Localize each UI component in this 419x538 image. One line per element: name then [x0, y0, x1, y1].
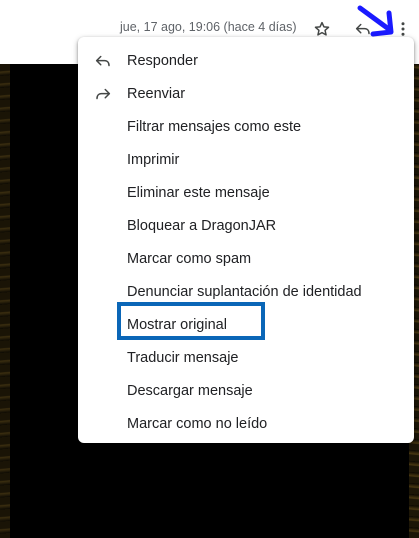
menu-item-label: Marcar como spam: [127, 250, 252, 267]
menu-item-label: Marcar como no leído: [127, 415, 268, 432]
background-texture-left: [0, 64, 10, 538]
menu-item-report-phishing[interactable]: Denunciar suplantación de identidad: [78, 275, 414, 308]
forward-icon: [93, 84, 113, 104]
menu-item-show-original[interactable]: Mostrar original: [78, 308, 414, 341]
menu-item-filter-similar[interactable]: Filtrar mensajes como este: [78, 110, 414, 143]
menu-item-forward[interactable]: Reenviar: [78, 77, 414, 110]
reply-icon: [93, 51, 113, 71]
message-timestamp: jue, 17 ago, 19:06 (hace 4 días): [120, 20, 297, 34]
menu-item-block-sender[interactable]: Bloquear a DragonJAR: [78, 209, 414, 242]
menu-item-translate[interactable]: Traducir mensaje: [78, 341, 414, 374]
menu-item-label: Reenviar: [127, 85, 186, 102]
more-vert-icon: [401, 22, 405, 36]
menu-item-report-spam[interactable]: Marcar como spam: [78, 242, 414, 275]
menu-item-label: Denunciar suplantación de identidad: [127, 283, 362, 300]
menu-item-label: Filtrar mensajes como este: [127, 118, 302, 135]
menu-item-mark-unread[interactable]: Marcar como no leído: [78, 407, 414, 440]
menu-item-download[interactable]: Descargar mensaje: [78, 374, 414, 407]
menu-item-label: Eliminar este mensaje: [127, 184, 270, 201]
menu-item-label: Bloquear a DragonJAR: [127, 217, 277, 234]
menu-item-label: Responder: [127, 52, 198, 69]
menu-item-label: Imprimir: [127, 151, 180, 168]
menu-item-reply[interactable]: Responder: [78, 44, 414, 77]
menu-item-label: Traducir mensaje: [127, 349, 239, 366]
reply-icon: [355, 23, 370, 35]
menu-item-label: Descargar mensaje: [127, 382, 253, 399]
more-options-menu: Responder Reenviar Filtrar mensajes como…: [78, 37, 414, 443]
menu-item-print[interactable]: Imprimir: [78, 143, 414, 176]
star-outline-icon: [314, 21, 330, 36]
menu-item-label: Mostrar original: [127, 316, 227, 333]
menu-item-delete[interactable]: Eliminar este mensaje: [78, 176, 414, 209]
